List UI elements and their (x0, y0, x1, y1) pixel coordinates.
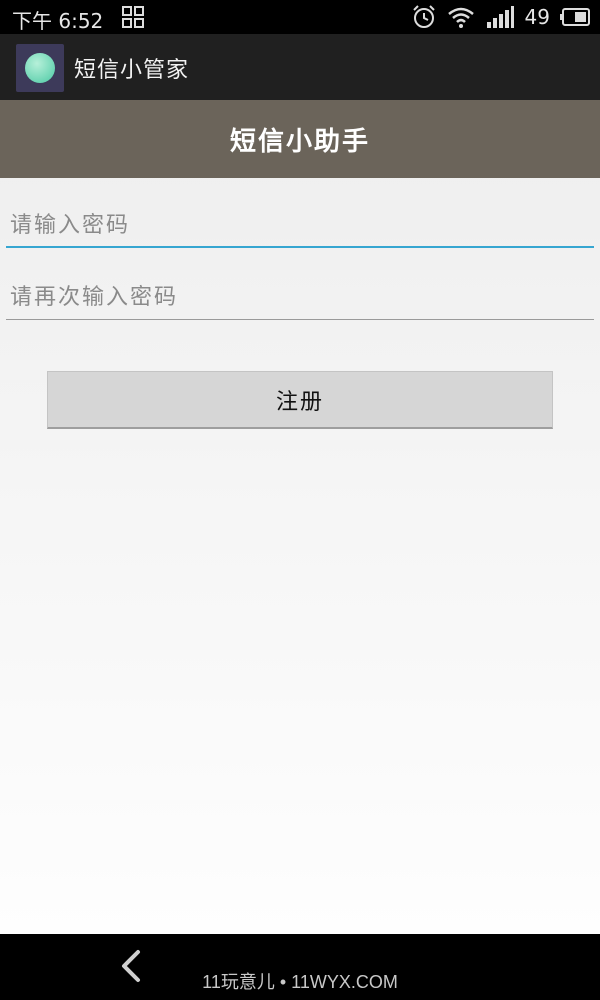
grid-icon (122, 6, 144, 28)
page-header: 短信小助手 (0, 100, 600, 178)
watermark-text: 11玩意儿 • 11WYX.COM (202, 972, 398, 992)
signal-icon (486, 6, 514, 28)
battery-icon (560, 8, 590, 26)
page-title: 短信小助手 (229, 126, 370, 157)
status-time: 下午 6:52 (12, 9, 104, 33)
chat-bubble-icon[interactable] (16, 44, 64, 92)
app-bar: 短信小管家 (0, 34, 600, 100)
wifi-icon (447, 7, 474, 28)
register-button[interactable]: 注册 (47, 371, 553, 429)
battery-level: 49 (524, 5, 550, 29)
status-icons: 49 (411, 4, 590, 30)
alarm-icon (412, 5, 435, 28)
password-input[interactable] (6, 204, 594, 248)
confirm-password-input[interactable] (6, 276, 594, 320)
app-title: 短信小管家 (74, 58, 190, 83)
status-bar: 下午 6:52 49 (0, 0, 600, 34)
navigation-bar: 11玩意儿 • 11WYX.COM (0, 934, 600, 1000)
register-button-label: 注册 (275, 389, 324, 415)
